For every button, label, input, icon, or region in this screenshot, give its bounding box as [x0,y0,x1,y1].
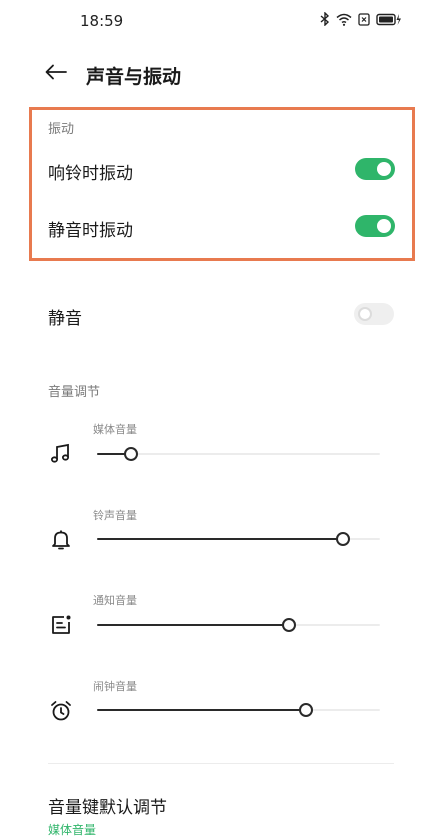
vibration-caption: 振动 [48,122,75,137]
toggle-knob [377,162,391,176]
mute-toggle[interactable] [354,303,394,325]
alarm-volume-slider[interactable] [97,703,380,717]
notification-icon [49,613,73,637]
slider-fill [97,538,344,540]
status-time: 18:59 [80,12,124,30]
sim-icon [358,12,370,26]
alarm-volume-label: 闹钟音量 [93,680,137,693]
volume-caption: 音量调节 [48,385,101,400]
slider-fill [97,709,307,711]
media-volume-label: 媒体音量 [93,423,137,436]
alarm-clock-icon [49,699,73,723]
notification-volume-slider[interactable] [97,618,380,632]
bluetooth-icon [320,12,330,26]
slider-thumb[interactable] [123,447,138,461]
arrow-left-icon [45,64,67,84]
slider-thumb[interactable] [299,703,314,717]
volume-key-default-label[interactable]: 音量键默认调节 [48,793,167,818]
music-note-icon [49,442,73,466]
ringtone-volume-label: 铃声音量 [93,509,137,522]
toggle-knob [377,219,391,233]
bell-icon [49,528,73,552]
back-button[interactable] [44,62,68,86]
wifi-icon [336,13,352,26]
divider [48,763,394,764]
media-volume-slider[interactable] [97,447,380,461]
mute-label: 静音 [48,309,82,329]
vibration-section: 振动 响铃时振动 静音时振动 [29,107,415,261]
page-title: 声音与振动 [86,66,182,88]
vibrate-on-silent-label: 静音时振动 [48,221,133,241]
toggle-knob [358,307,372,321]
status-bar: 18:59 [0,0,440,40]
slider-thumb[interactable] [336,532,351,546]
ringtone-volume-slider[interactable] [97,532,380,546]
header: 声音与振动 [0,52,440,96]
status-icons [320,12,402,26]
battery-icon [376,13,402,26]
vibrate-on-ring-label: 响铃时振动 [48,164,133,184]
volume-key-default-value: 媒体音量 [48,823,97,837]
slider-thumb[interactable] [282,618,297,632]
notification-volume-label: 通知音量 [93,594,137,607]
vibrate-on-silent-toggle[interactable] [355,215,395,237]
sound-vibration-settings-page: 18:59 声音与振动 振动 响铃时振动 静音时振动 静音 音量调节 媒体音量 … [0,0,440,837]
vibrate-on-ring-toggle[interactable] [355,158,395,180]
slider-fill [97,624,290,626]
